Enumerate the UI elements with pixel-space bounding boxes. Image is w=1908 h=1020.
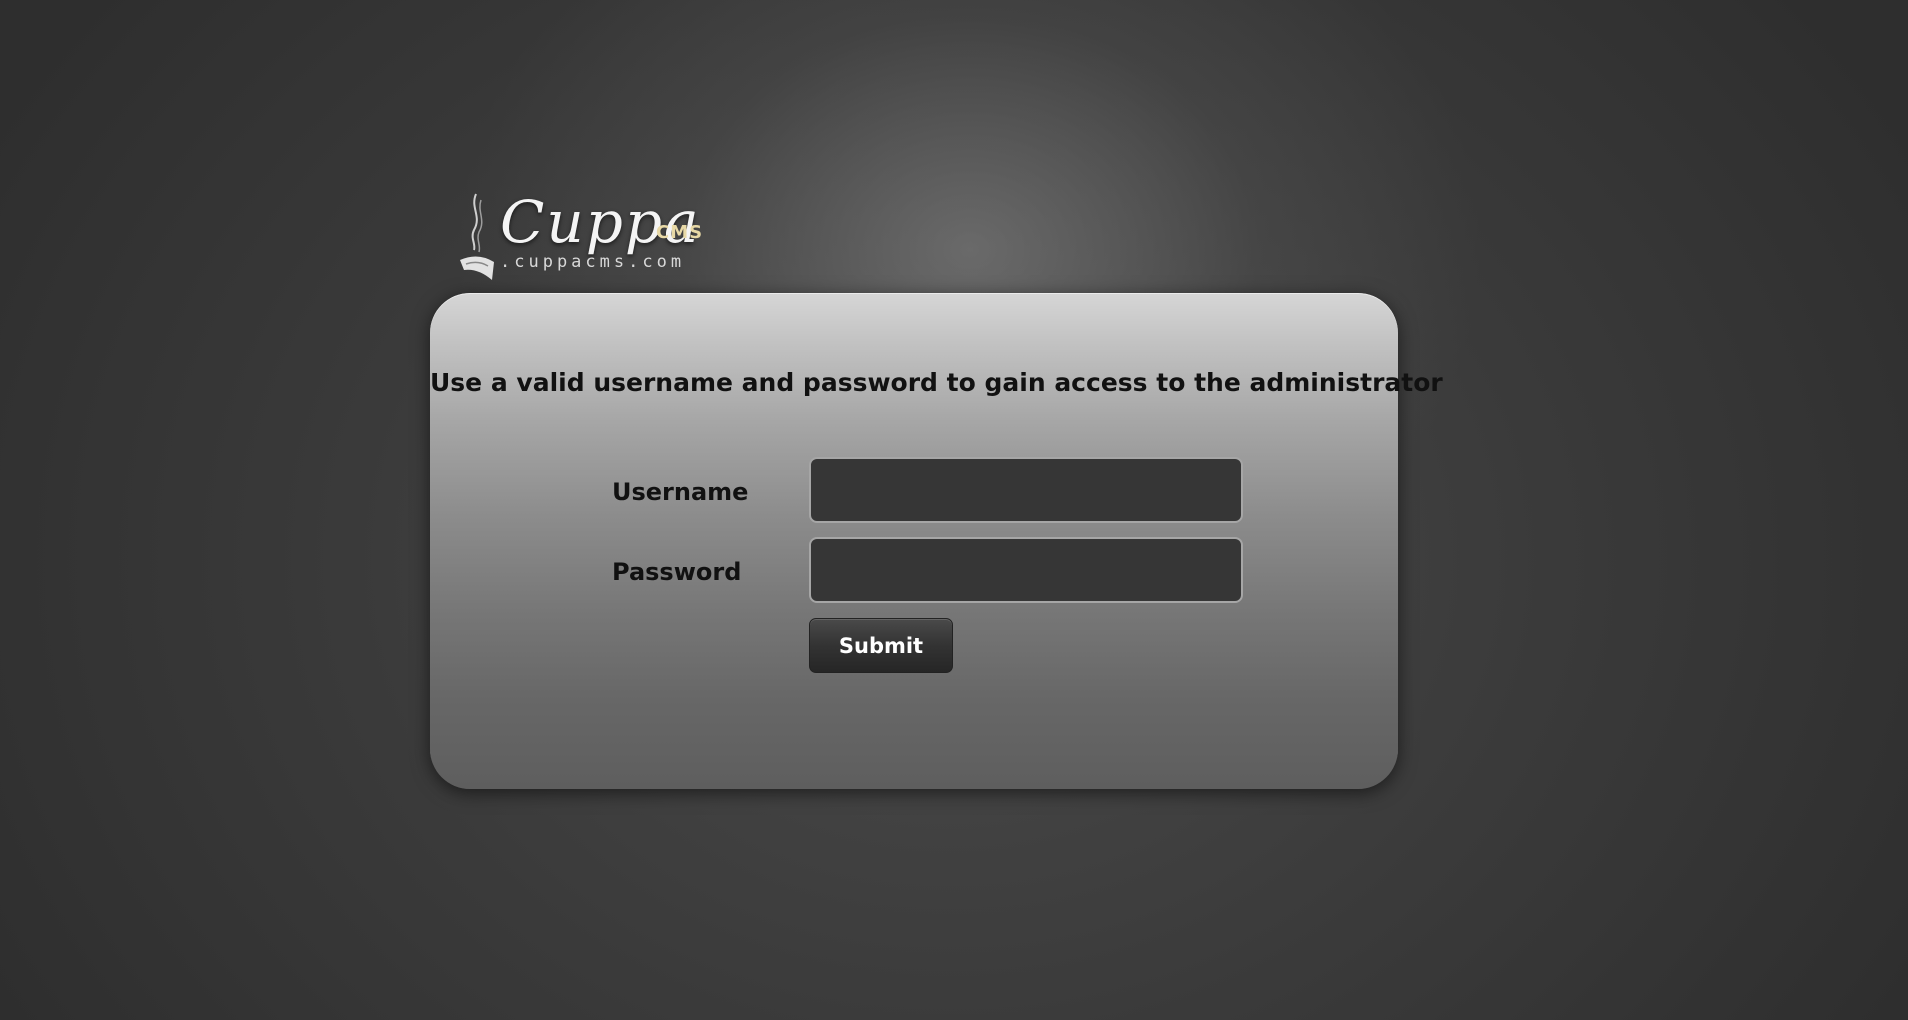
cuppa-cms-logo: Cuppa CMS .cuppacms.com <box>458 190 718 285</box>
login-panel: Use a valid username and password to gai… <box>430 293 1443 789</box>
username-input[interactable] <box>809 457 1243 523</box>
password-label: Password <box>612 558 742 586</box>
username-label: Username <box>612 478 749 506</box>
logo-domain-text: .cuppacms.com <box>500 252 686 272</box>
password-input[interactable] <box>809 537 1243 603</box>
login-instructions: Use a valid username and password to gai… <box>430 368 1443 397</box>
submit-button[interactable]: Submit <box>809 618 953 673</box>
logo-cms-text: CMS <box>656 222 704 243</box>
steaming-cup-icon <box>460 193 494 280</box>
